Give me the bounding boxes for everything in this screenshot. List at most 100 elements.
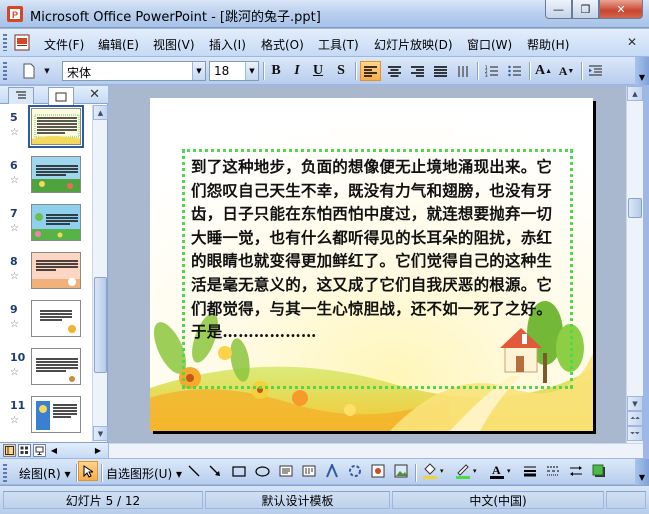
bold-button[interactable]: B bbox=[266, 61, 286, 81]
slide-sorter-button[interactable] bbox=[18, 444, 31, 457]
picture-button[interactable] bbox=[391, 461, 411, 481]
tab-slides[interactable] bbox=[48, 87, 74, 105]
line-style-button[interactable] bbox=[520, 461, 540, 481]
menu-window[interactable]: 窗口(W) bbox=[467, 36, 512, 53]
menu-view[interactable]: 视图(V) bbox=[153, 36, 195, 53]
menu-file[interactable]: 文件(F) bbox=[44, 36, 84, 53]
toolbar-grip[interactable] bbox=[3, 62, 7, 80]
font-size-combo[interactable]: 18 ▼ bbox=[209, 61, 259, 81]
slide-thumbnail-item[interactable]: 6 ☆ bbox=[0, 153, 92, 201]
line-tool-button[interactable] bbox=[185, 461, 203, 481]
current-slide[interactable]: 到了这种地步，负面的想像便无止境地涌现出来。它们怨叹自己天生不幸，既没有力气和翅… bbox=[150, 98, 593, 431]
scroll-left-button[interactable]: ◀ bbox=[48, 444, 60, 457]
slide-thumbnail[interactable] bbox=[31, 396, 81, 433]
thumbnail-hscroll[interactable]: ◀ ▶ bbox=[48, 444, 106, 457]
toolbar-grip[interactable] bbox=[3, 34, 7, 51]
fill-color-button[interactable]: ▾ bbox=[419, 461, 449, 481]
indent-button[interactable] bbox=[585, 61, 606, 81]
thumbnail-scrollbar[interactable]: ▲ ▼ bbox=[92, 105, 108, 442]
vertical-textbox-button[interactable] bbox=[299, 461, 319, 481]
tab-outline[interactable] bbox=[8, 87, 34, 104]
chevron-down-icon[interactable]: ▼ bbox=[245, 62, 258, 80]
scroll-up-button[interactable]: ▲ bbox=[93, 105, 108, 120]
justify-button[interactable] bbox=[430, 61, 451, 81]
decrease-font-button[interactable]: A ▼ bbox=[556, 61, 577, 81]
slideshow-button[interactable] bbox=[33, 444, 46, 457]
font-name-combo[interactable]: 宋体 ▼ bbox=[62, 61, 206, 81]
slide-thumbnail-item[interactable]: 11 ☆ bbox=[0, 393, 92, 441]
scroll-down-button[interactable]: ▼ bbox=[627, 396, 643, 411]
document-icon[interactable] bbox=[12, 34, 32, 51]
align-left-button[interactable] bbox=[360, 61, 381, 81]
scroll-up-button[interactable]: ▲ bbox=[627, 86, 643, 101]
chevron-down-icon[interactable]: ▼ bbox=[192, 62, 205, 80]
scroll-right-button[interactable]: ▶ bbox=[92, 444, 104, 457]
document-close-button[interactable]: ✕ bbox=[627, 35, 637, 49]
underline-button[interactable]: U bbox=[308, 61, 328, 81]
textbox-tool-button[interactable] bbox=[276, 461, 296, 481]
diagram-button[interactable] bbox=[345, 461, 365, 481]
next-slide-button[interactable]: ⏷⏷ bbox=[627, 426, 643, 441]
new-document-icon[interactable] bbox=[18, 61, 40, 81]
line-color-button[interactable]: ▾ bbox=[452, 461, 482, 481]
scroll-thumb[interactable] bbox=[628, 198, 642, 218]
formatting-toolbar: ▼ 宋体 ▼ 18 ▼ B I U S 123 A ▲ A ▼ ▼ bbox=[0, 57, 649, 85]
menu-insert[interactable]: 插入(I) bbox=[209, 36, 246, 53]
pane-close-button[interactable]: ✕ bbox=[89, 87, 100, 102]
animation-star-icon: ☆ bbox=[10, 175, 19, 186]
toolbar-overflow-button[interactable]: ▼ bbox=[635, 57, 649, 85]
slide-horizontal-scrollbar[interactable] bbox=[109, 443, 643, 458]
menu-slideshow[interactable]: 幻灯片放映(D) bbox=[374, 36, 453, 53]
slide-thumbnail-item[interactable]: 7 ☆ bbox=[0, 201, 92, 249]
scroll-thumb[interactable] bbox=[94, 277, 107, 373]
slide-thumbnail[interactable] bbox=[31, 156, 81, 193]
shadow-style-button[interactable] bbox=[589, 461, 609, 481]
select-objects-button[interactable] bbox=[78, 461, 98, 481]
align-right-button[interactable] bbox=[407, 61, 428, 81]
scroll-down-button[interactable]: ▼ bbox=[93, 426, 108, 441]
slide-thumbnail[interactable] bbox=[31, 348, 81, 385]
slide-thumbnail-item[interactable]: 9 ☆ bbox=[0, 297, 92, 345]
menu-format[interactable]: 格式(O) bbox=[261, 36, 304, 53]
shadow-button[interactable]: S bbox=[331, 61, 351, 81]
menu-edit[interactable]: 编辑(E) bbox=[98, 36, 139, 53]
svg-text:▾: ▾ bbox=[440, 467, 444, 475]
normal-view-button[interactable] bbox=[3, 444, 16, 457]
body-text-box[interactable]: 到了这种地步，负面的想像便无止境地涌现出来。它们怨叹自己天生不幸，既没有力气和翅… bbox=[182, 149, 573, 389]
slide-thumbnail[interactable] bbox=[28, 105, 84, 148]
slide-thumbnail-item[interactable]: 10 ☆ bbox=[0, 345, 92, 393]
previous-slide-button[interactable]: ⏶⏶ bbox=[627, 411, 643, 426]
slide-thumbnail-item[interactable]: 5 ☆ bbox=[0, 105, 92, 153]
arrow-style-button[interactable] bbox=[566, 461, 586, 481]
rectangle-tool-button[interactable] bbox=[229, 461, 249, 481]
minimize-button[interactable]: — bbox=[545, 0, 572, 19]
wordart-button[interactable] bbox=[322, 461, 342, 481]
slide-vertical-scrollbar[interactable]: ▲ ▼ ⏶⏶ ⏷⏷ bbox=[626, 86, 643, 443]
menu-tools[interactable]: 工具(T) bbox=[318, 36, 359, 53]
dash-style-button[interactable] bbox=[543, 461, 563, 481]
italic-button[interactable]: I bbox=[287, 61, 307, 81]
toolbar-overflow-button[interactable]: ▼ bbox=[635, 459, 649, 485]
slide-thumbnail[interactable] bbox=[31, 204, 81, 241]
autoshapes-menu-button[interactable]: 自选图形(U) ▾ bbox=[106, 465, 182, 482]
slide-thumbnail-item[interactable]: 8 ☆ bbox=[0, 249, 92, 297]
draw-menu-button[interactable]: 绘图(R) ▾ bbox=[19, 465, 71, 482]
increase-font-button[interactable]: A ▲ bbox=[533, 61, 554, 81]
clipart-button[interactable] bbox=[368, 461, 388, 481]
bullets-button[interactable] bbox=[504, 61, 525, 81]
oval-tool-button[interactable] bbox=[252, 461, 272, 481]
arrow-tool-button[interactable] bbox=[206, 461, 224, 481]
close-button[interactable]: ✕ bbox=[599, 0, 643, 19]
slide-thumbnail[interactable] bbox=[31, 252, 81, 289]
font-color-button[interactable]: A ▾ bbox=[486, 461, 516, 481]
slide-thumbnail[interactable] bbox=[31, 300, 81, 337]
distribute-button[interactable] bbox=[453, 61, 474, 81]
align-center-button[interactable] bbox=[384, 61, 405, 81]
numbering-button[interactable]: 123 bbox=[481, 61, 502, 81]
slides-icon bbox=[55, 92, 67, 101]
toolbar-grip[interactable] bbox=[3, 464, 7, 482]
design-template-status[interactable]: 默认设计模板 bbox=[205, 491, 390, 509]
toolbar-options-arrow[interactable]: ▼ bbox=[42, 61, 52, 81]
restore-button[interactable]: ❐ bbox=[572, 0, 599, 19]
menu-help[interactable]: 帮助(H) bbox=[527, 36, 569, 53]
